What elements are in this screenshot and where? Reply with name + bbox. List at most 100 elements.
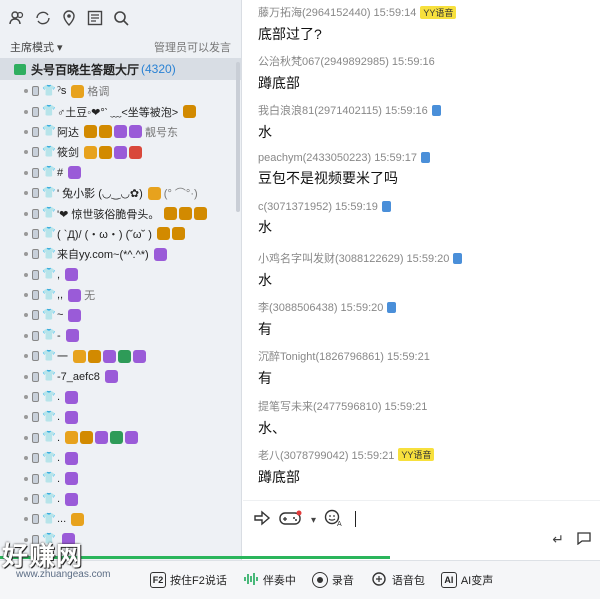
user-row[interactable]: 👕. [0,448,241,468]
gamepad-icon[interactable] [279,510,303,531]
mic-icon [32,432,39,443]
user-row[interactable]: 👕 阿达 靓号东 [0,122,241,142]
channel-header[interactable]: 头号百晓生答题大厅 (4320) [0,58,241,80]
message-meta[interactable]: c(3071371952) 15:59:19 [258,201,391,213]
people-icon[interactable] [8,9,26,27]
badge-gold-icon [183,105,197,119]
message-meta[interactable]: 李(3088506438) 15:59:20 [258,299,397,315]
chat-message: 李(3088506438) 15:59:20 有 [258,299,397,339]
badge-purple-icon [95,431,109,445]
badge-gold-icon [84,125,97,139]
user-name: 阿达 [57,126,79,139]
status-dot [24,89,28,94]
push-to-talk-label: 按住F2说话 [170,575,227,587]
user-row[interactable]: 👕. [0,387,241,407]
badge-purple-icon [62,533,75,547]
sender-meta: c(3071371952) 15:59:19 [258,200,378,213]
user-name: . [57,452,61,465]
ai-voice-button[interactable]: AI AI变声 [440,572,493,588]
user-row[interactable]: 👕. [0,407,241,427]
location-icon[interactable] [60,9,78,27]
vest-icon: 👕 [42,268,56,281]
share-icon[interactable] [253,510,271,531]
badge-gold-icon [171,227,185,241]
message-meta[interactable]: 小鸡名字叫发财(3088122629) 15:59:20 [258,250,463,266]
record-label: 录音 [331,575,354,587]
badge-crown-icon [147,186,161,200]
badge-purple-icon [125,431,139,445]
input-actions: ↵ [552,531,592,548]
vest-icon: 👕 [42,247,56,260]
status-dot [24,395,28,400]
user-row[interactable]: 👕 ' 兔小影 (◡‿◡✿) (° ⌒°·) [0,183,241,203]
user-name: # [57,166,64,179]
mode-select[interactable]: 主席模式 ▾ [10,39,63,55]
chevron-down-icon[interactable]: ▾ [311,515,316,526]
message-meta[interactable]: 公治秋梵067(2949892985) 15:59:16 [258,53,435,69]
message-text: 水 [258,218,272,235]
message-meta[interactable]: peachym(2433050223) 15:59:17 [258,152,431,164]
user-row[interactable]: 👕. [0,489,241,509]
message-meta[interactable]: 藤万拓海(2964152440) 15:59:14 YY语音 [258,4,457,20]
user-row[interactable]: 👕 -7_aefc8 [0,366,241,386]
badge-purple-icon [114,145,127,159]
channel-sidebar: 主席模式 ▾ 管理员可以发言 头号百晓生答题大厅 (4320) 👕 ˀs 格调 👕 ♂土… [0,0,242,560]
user-row[interactable]: 👕,, 无 [0,285,241,305]
badge-red-icon [129,145,142,159]
user-row[interactable]: 👕 - [0,326,241,346]
badge-purple-icon [68,288,82,302]
chat-bubble-icon[interactable] [576,531,592,548]
user-row[interactable]: 👕( `Д)/ (・ω・) (˘ω˘ ) [0,224,241,244]
emoji-icon[interactable]: A [324,509,344,532]
sender-meta: 我白浪浪81(2971402115) 15:59:16 [258,105,428,118]
user-row[interactable]: 👕 一 [0,346,241,366]
user-row[interactable]: 👕 # [0,163,241,183]
user-row[interactable]: 👕 '❤ 惊世骇俗脆骨头。 [0,203,241,223]
user-row[interactable]: 👕 ♂土豆◦❤°‵ ﹏<坐等被泡> [0,101,241,121]
user-row[interactable]: 👕... [0,509,241,529]
user-row[interactable]: 👕, [0,265,241,285]
push-to-talk-button[interactable]: F2 按住F2说话 [150,572,227,588]
vest-icon: 👕 [42,329,56,342]
badge-gold-icon [80,431,94,445]
mic-icon [32,310,39,321]
user-name: . [57,391,61,404]
user-name: ... [57,513,67,526]
sender-meta: 沉醉Tonight(1826796861) 15:59:21 [258,351,430,364]
svg-text:A: A [337,521,342,527]
list-icon[interactable] [86,9,104,27]
voicepack-button[interactable]: 语音包 [370,571,425,589]
user-row[interactable]: 👕 来自yy.com~(*^.^*) [0,244,241,264]
yy-tag: YY语音 [398,448,435,462]
accompany-button[interactable]: 伴奏中 [243,572,296,589]
record-button[interactable]: 录音 [311,572,354,588]
user-name: 筱剑 [57,147,79,160]
status-dot [24,231,28,236]
user-row[interactable]: 👕. [0,428,241,448]
swap-icon[interactable] [34,9,52,27]
user-suffix: (° ⌒°·) [163,188,198,201]
enter-icon[interactable]: ↵ [552,531,564,548]
badge-crown-icon [65,431,79,445]
status-dot [24,109,28,114]
message-meta[interactable]: 提笔写未来(2477596810) 15:59:21 [258,398,427,414]
mic-icon [32,269,39,280]
sidebar-scrollbar[interactable] [236,62,240,212]
search-icon[interactable] [112,9,130,27]
user-row[interactable]: 👕. [0,468,241,488]
vest-icon: 👕 [42,349,56,362]
sender-meta: 提笔写未来(2477596810) 15:59:21 [258,400,428,413]
message-text: 水、 [258,419,286,436]
badge-crown-icon [73,349,86,363]
user-row[interactable]: 👕 筱剑 [0,142,241,162]
level-progress-bar [0,556,390,559]
message-input-area[interactable]: ▾ A ↵ [243,500,600,560]
user-row[interactable]: 👕 ~ [0,305,241,325]
message-meta[interactable]: 老八(3078799042) 15:59:21 YY语音 [258,447,435,463]
user-row[interactable]: 👕 [0,530,241,550]
message-meta[interactable]: 我白浪浪81(2971402115) 15:59:16 [258,102,441,118]
badge-purple-icon [65,268,79,282]
status-dot [24,211,28,216]
message-meta[interactable]: 沉醉Tonight(1826796861) 15:59:21 [258,348,430,364]
user-row[interactable]: 👕 ˀs 格调 [0,81,241,101]
